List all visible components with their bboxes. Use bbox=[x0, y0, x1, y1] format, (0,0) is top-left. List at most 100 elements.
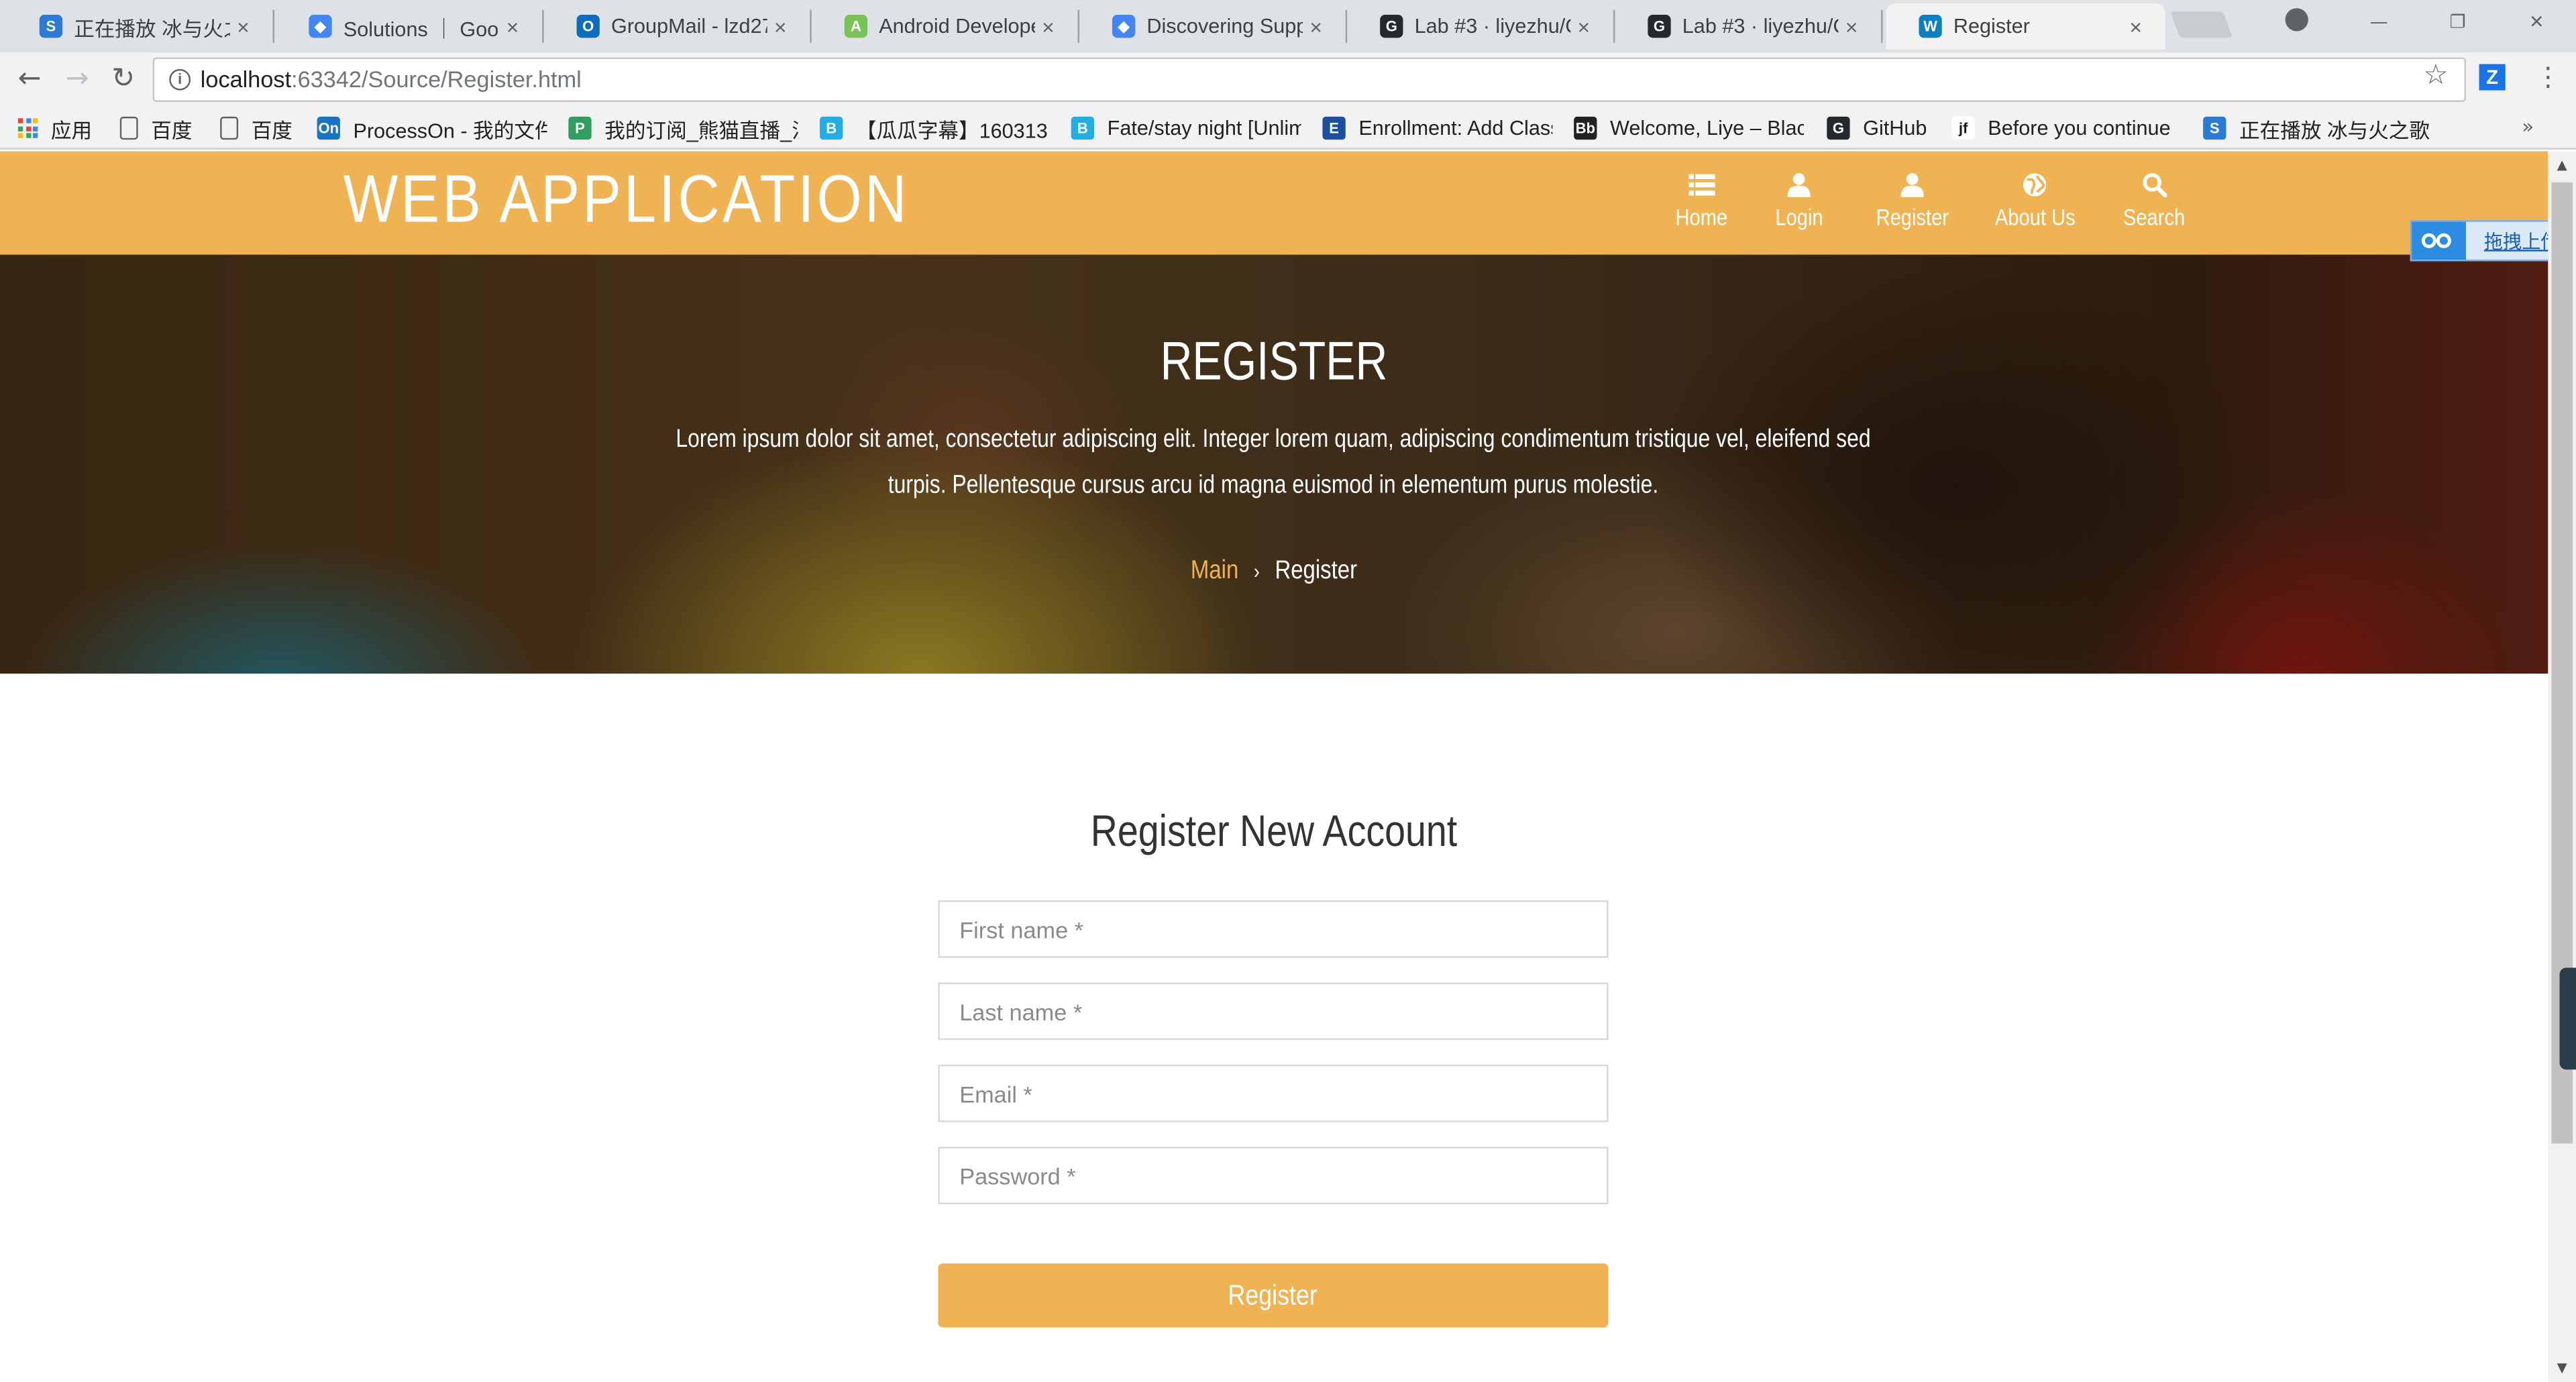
search-icon bbox=[2118, 172, 2191, 199]
user-icon bbox=[1771, 172, 1827, 199]
side-dock-handle[interactable] bbox=[2559, 967, 2576, 1070]
email-input[interactable] bbox=[938, 1064, 1609, 1122]
minimize-icon[interactable]: — bbox=[2339, 0, 2418, 46]
nav-register[interactable]: Register bbox=[1870, 172, 1955, 230]
music-site-icon: S bbox=[2203, 116, 2226, 140]
browser-tab[interactable]: G Lab #3 · liyezhu/CS× bbox=[1347, 3, 1615, 50]
close-window-icon[interactable]: ✕ bbox=[2497, 0, 2576, 46]
bookmark-item[interactable]: B 【瓜瓜字幕】160313 bbox=[820, 115, 1050, 142]
bookmark-label: 正在播放 冰与火之歌 bbox=[2239, 119, 2430, 142]
reload-icon[interactable]: ↻ bbox=[107, 62, 140, 95]
first-name-input[interactable] bbox=[938, 900, 1609, 958]
browser-tab[interactable]: W Register × bbox=[1886, 3, 2165, 50]
bookmark-label: ProcessOn - 我的文件 bbox=[353, 119, 547, 142]
scroll-up-icon[interactable]: ▲ bbox=[2548, 151, 2576, 179]
back-icon[interactable]: ← bbox=[13, 62, 46, 95]
outlook-icon: O bbox=[576, 15, 600, 38]
tab-close-icon[interactable]: × bbox=[1303, 14, 1329, 39]
nav-search-label: Search bbox=[2123, 203, 2186, 230]
password-input[interactable] bbox=[938, 1147, 1609, 1205]
browser-tab[interactable]: A Android Develope × bbox=[812, 3, 1079, 50]
bookmark-item[interactable]: 应用 bbox=[17, 115, 100, 142]
hero-title: REGISTER bbox=[1160, 330, 1388, 391]
form-title: Register New Account bbox=[1090, 806, 1458, 856]
bilibili-icon: B bbox=[820, 116, 843, 140]
browser-tab[interactable]: G Lab #3 · liyezhu/CS× bbox=[1615, 3, 1883, 50]
menu-icon[interactable]: ⋮ bbox=[2535, 61, 2561, 93]
tab-close-icon[interactable]: × bbox=[2123, 14, 2149, 39]
bookmark-label: Enrollment: Add Class bbox=[1358, 116, 1553, 140]
tab-title: Android Develope bbox=[879, 15, 1035, 38]
bookmark-label: 百度 bbox=[151, 119, 193, 142]
nav-search[interactable]: Search bbox=[2118, 172, 2191, 230]
browser-tab[interactable]: ◆ Discovering Suppo × bbox=[1079, 3, 1348, 50]
bookmark-star-icon[interactable]: ☆ bbox=[2423, 59, 2448, 92]
nav-about-us[interactable]: About Us bbox=[1988, 172, 2082, 230]
breadcrumb-main-link[interactable]: Main bbox=[1191, 557, 1238, 585]
tab-title: Discovering Suppo bbox=[1146, 15, 1303, 38]
forward-icon[interactable]: → bbox=[61, 62, 94, 95]
scroll-down-icon[interactable]: ▼ bbox=[2548, 1354, 2576, 1382]
processon-icon: On bbox=[317, 116, 340, 140]
account-icon[interactable] bbox=[2285, 8, 2308, 32]
browser-tab[interactable]: O GroupMail - lzd27 × bbox=[544, 3, 812, 50]
bookmark-item[interactable]: E Enrollment: Add Class bbox=[1322, 115, 1552, 141]
vertical-scrollbar[interactable]: ▲ ▼ bbox=[2548, 151, 2576, 1382]
address-bar[interactable]: i localhost:63342/Source/Register.html bbox=[152, 57, 2466, 102]
bookmarks-overflow-button[interactable]: » bbox=[2522, 115, 2534, 138]
tab-close-icon[interactable]: × bbox=[1570, 14, 1597, 39]
android-icon: A bbox=[844, 15, 868, 38]
blackboard-icon: Bb bbox=[1574, 116, 1597, 140]
tab-close-icon[interactable]: × bbox=[1838, 14, 1864, 39]
nav-login[interactable]: Login bbox=[1771, 172, 1827, 230]
panda-icon: P bbox=[568, 116, 592, 140]
tab-close-icon[interactable]: × bbox=[767, 14, 794, 39]
breadcrumb: Main › Register bbox=[204, 557, 2345, 586]
bookmarks-bar: 应用 百度 百度 On ProcessOn - 我的文件 P 我的订阅_熊猫直播_泛 B 【瓜瓜… bbox=[0, 105, 2576, 150]
nav-register-label: Register bbox=[1876, 203, 1949, 230]
cloud-icon bbox=[2412, 221, 2466, 260]
browser-tab[interactable]: ◆ Solutions ｜ Googl × bbox=[276, 3, 544, 50]
page-icon bbox=[119, 116, 138, 140]
tab-title: Lab #3 · liyezhu/CS bbox=[1682, 15, 1839, 38]
register-button[interactable]: Register bbox=[938, 1263, 1609, 1328]
bookmark-label: 百度 bbox=[251, 119, 292, 142]
tab-close-icon[interactable]: × bbox=[1035, 14, 1061, 39]
extension-icon[interactable]: Z bbox=[2479, 64, 2506, 91]
site-header: WEB APPLICATION Home Login Register Abou… bbox=[0, 151, 2548, 255]
bookmark-item[interactable]: Bb Welcome, Liye – Black bbox=[1574, 115, 1804, 141]
bookmark-item[interactable]: G GitHub bbox=[1827, 115, 1941, 141]
bookmark-label: 【瓜瓜字幕】160313 bbox=[855, 119, 1048, 142]
google-drive-icon: ◆ bbox=[309, 15, 332, 38]
new-tab-button[interactable] bbox=[2170, 11, 2233, 38]
tab-title: 正在播放 冰与火之 bbox=[74, 17, 230, 41]
bookmark-item[interactable]: S 正在播放 冰与火之歌 bbox=[2203, 115, 2433, 142]
bookmark-item[interactable]: On ProcessOn - 我的文件 bbox=[317, 115, 547, 142]
tab-close-icon[interactable]: × bbox=[499, 14, 525, 39]
tab-divider bbox=[1881, 9, 1883, 43]
page-viewport: WEB APPLICATION Home Login Register Abou… bbox=[0, 151, 2548, 1382]
site-logo[interactable]: WEB APPLICATION bbox=[343, 161, 910, 238]
nav-home-label: Home bbox=[1675, 203, 1728, 230]
nav-home[interactable]: Home bbox=[1671, 172, 1732, 230]
bookmark-item[interactable]: 百度 bbox=[119, 115, 202, 142]
restore-icon[interactable]: ❐ bbox=[2418, 0, 2498, 46]
bookmark-label: 我的订阅_熊猫直播_泛 bbox=[604, 119, 799, 142]
site-info-icon[interactable]: i bbox=[169, 68, 191, 91]
nav-login-label: Login bbox=[1775, 203, 1823, 230]
browser-tab[interactable]: S 正在播放 冰与火之 × bbox=[7, 3, 274, 50]
breadcrumb-separator: › bbox=[1253, 558, 1260, 584]
hero-description: Lorem ipsum dolor sit amet, consectetur … bbox=[676, 425, 1871, 500]
bookmark-item[interactable]: P 我的订阅_熊猫直播_泛 bbox=[568, 115, 799, 142]
bookmark-label: Before you continue bbox=[1988, 116, 2171, 140]
webstorm-icon: W bbox=[1919, 15, 1942, 38]
last-name-input[interactable] bbox=[938, 982, 1609, 1041]
tab-close-icon[interactable]: × bbox=[230, 14, 256, 39]
github-icon: G bbox=[1380, 15, 1403, 38]
github-icon: G bbox=[1827, 116, 1850, 140]
bookmark-item[interactable]: B Fate/stay night [Unlim bbox=[1071, 115, 1301, 141]
enrollment-icon: E bbox=[1322, 116, 1346, 140]
bookmark-item[interactable]: jf Before you continue bbox=[1951, 115, 2182, 141]
bookmark-item[interactable]: 百度 bbox=[220, 115, 302, 142]
jf-icon: jf bbox=[1951, 116, 1975, 140]
